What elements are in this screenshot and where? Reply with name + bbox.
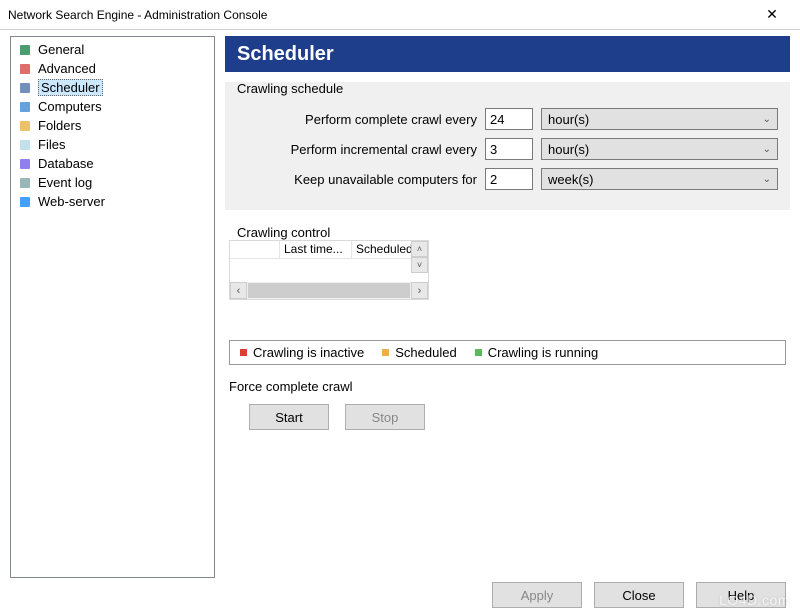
legend-label: Crawling is inactive [253, 345, 364, 360]
crawl-control-list[interactable]: Last time... Scheduled ˄ ˅ ‹ › [229, 240, 429, 300]
help-button[interactable]: Help [696, 582, 786, 608]
field-label: Perform incremental crawl every [237, 142, 477, 157]
scroll-left-icon[interactable]: ‹ [230, 282, 247, 299]
scroll-up-icon[interactable]: ˄ [411, 241, 428, 257]
interval-input[interactable] [485, 138, 533, 160]
vertical-scrollbar[interactable]: ˄ ˅ [411, 241, 428, 273]
close-button[interactable]: Close [594, 582, 684, 608]
group-title: Crawling control [233, 225, 334, 240]
interval-input[interactable] [485, 108, 533, 130]
general-icon [18, 43, 32, 57]
legend-color-icon [382, 349, 389, 356]
unit-select-value: hour(s) [548, 112, 589, 127]
unit-select-value: hour(s) [548, 142, 589, 157]
apply-button[interactable]: Apply [492, 582, 582, 608]
field-label: Perform complete crawl every [237, 112, 477, 127]
scroll-thumb[interactable] [248, 283, 410, 298]
webserver-icon [18, 195, 32, 209]
chevron-down-icon: ⌄ [763, 114, 771, 125]
list-col-lasttime[interactable]: Last time... [280, 241, 352, 258]
sidebar-item-label: Database [38, 156, 94, 171]
sidebar-item-general[interactable]: General [14, 40, 211, 59]
scheduler-icon [18, 81, 32, 95]
window-title: Network Search Engine - Administration C… [8, 8, 752, 22]
sidebar-item-event-log[interactable]: Event log [14, 173, 211, 192]
sidebar-item-files[interactable]: Files [14, 135, 211, 154]
eventlog-icon [18, 176, 32, 190]
stop-button[interactable]: Stop [345, 404, 425, 430]
legend-color-icon [240, 349, 247, 356]
legend-label: Scheduled [395, 345, 456, 360]
schedule-row: Perform incremental crawl every hour(s) ⌄ [237, 138, 778, 160]
legend-label: Crawling is running [488, 345, 599, 360]
force-crawl-group: Force complete crawl Start Stop [229, 375, 786, 440]
schedule-row: Keep unavailable computers for week(s) ⌄ [237, 168, 778, 190]
sidebar-item-label: General [38, 42, 84, 57]
sidebar-item-folders[interactable]: Folders [14, 116, 211, 135]
sidebar-item-label: Files [38, 137, 65, 152]
unit-select[interactable]: hour(s) ⌄ [541, 138, 778, 160]
list-header: Last time... Scheduled [230, 241, 428, 259]
scroll-right-icon[interactable]: › [411, 282, 428, 299]
dialog-buttons: Apply Close Help [492, 582, 786, 608]
list-col-empty [230, 241, 280, 258]
sidebar-item-computers[interactable]: Computers [14, 97, 211, 116]
legend-item: Scheduled [382, 345, 456, 360]
sidebar-item-label: Event log [38, 175, 92, 190]
sidebar-item-label: Advanced [38, 61, 96, 76]
start-button[interactable]: Start [249, 404, 329, 430]
scroll-down-icon[interactable]: ˅ [411, 257, 428, 273]
close-icon[interactable]: ✕ [752, 1, 792, 29]
force-crawl-title: Force complete crawl [229, 379, 786, 394]
chevron-down-icon: ⌄ [763, 144, 771, 155]
advanced-icon [18, 62, 32, 76]
sidebar: General Advanced Scheduler Computers Folders… [10, 36, 215, 578]
field-label: Keep unavailable computers for [237, 172, 477, 187]
legend-item: Crawling is inactive [240, 345, 364, 360]
sidebar-item-web-server[interactable]: Web-server [14, 192, 211, 211]
horizontal-scrollbar[interactable]: ‹ › [230, 282, 428, 299]
crawling-control-group: Crawling control Last time... Scheduled … [225, 226, 790, 446]
sidebar-item-label: Web-server [38, 194, 105, 209]
titlebar: Network Search Engine - Administration C… [0, 0, 800, 30]
database-icon [18, 157, 32, 171]
unit-select[interactable]: hour(s) ⌄ [541, 108, 778, 130]
sidebar-item-label: Computers [38, 99, 102, 114]
interval-input[interactable] [485, 168, 533, 190]
legend-color-icon [475, 349, 482, 356]
sidebar-item-label: Folders [38, 118, 81, 133]
content-pane: Scheduler Crawling schedule Perform comp… [225, 36, 790, 578]
files-icon [18, 138, 32, 152]
sidebar-item-label: Scheduler [38, 79, 103, 96]
main-area: General Advanced Scheduler Computers Folders… [0, 30, 800, 578]
chevron-down-icon: ⌄ [763, 174, 771, 185]
sidebar-item-scheduler[interactable]: Scheduler [14, 78, 211, 97]
sidebar-item-advanced[interactable]: Advanced [14, 59, 211, 78]
page-title: Scheduler [225, 36, 790, 72]
unit-select-value: week(s) [548, 172, 594, 187]
status-legend: Crawling is inactive Scheduled Crawling is… [229, 340, 786, 365]
group-title: Crawling schedule [233, 81, 347, 96]
computers-icon [18, 100, 32, 114]
sidebar-item-database[interactable]: Database [14, 154, 211, 173]
legend-item: Crawling is running [475, 345, 599, 360]
folders-icon [18, 119, 32, 133]
schedule-row: Perform complete crawl every hour(s) ⌄ [237, 108, 778, 130]
unit-select[interactable]: week(s) ⌄ [541, 168, 778, 190]
crawling-schedule-group: Crawling schedule Perform complete crawl… [225, 82, 790, 210]
list-col-scheduled[interactable]: Scheduled [352, 241, 412, 258]
